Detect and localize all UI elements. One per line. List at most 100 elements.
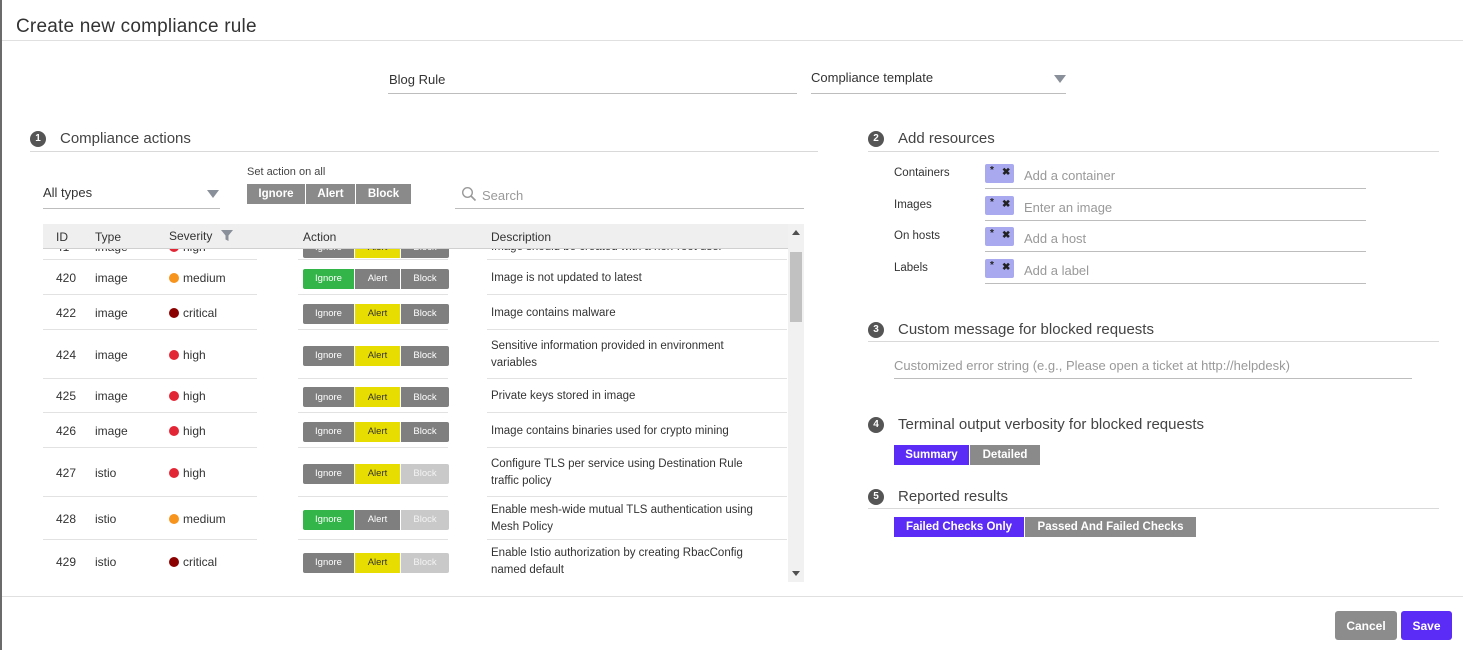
row-alert-button[interactable]: Alert [355, 387, 401, 407]
close-icon[interactable]: ✖ [1002, 199, 1010, 210]
severity-label: high [183, 347, 206, 362]
set-action-label: Set action on all [247, 166, 326, 178]
rule-name-input[interactable] [388, 66, 797, 94]
row-severity: high [169, 249, 206, 254]
resource-label: Images [894, 199, 932, 211]
row-description: Configure TLS per service using Destinat… [491, 457, 743, 487]
row-severity: high [169, 348, 206, 362]
row-block-button[interactable]: Block [401, 387, 449, 407]
section-divider [30, 151, 818, 152]
resource-input[interactable] [1024, 198, 1344, 216]
row-ignore-button[interactable]: Ignore [303, 268, 355, 289]
row-alert-button[interactable]: Alert [355, 421, 401, 442]
passed-and-failed-option[interactable]: Passed And Failed Checks [1025, 517, 1196, 537]
row-action-group: Ignore Alert Block [303, 268, 449, 289]
row-description: Enable mesh-wide mutual TLS authenticati… [491, 503, 753, 533]
row-ignore-button[interactable]: Ignore [303, 463, 355, 484]
severity-label: high [183, 249, 206, 254]
resource-chip[interactable]: * ✖ [985, 227, 1014, 246]
row-ignore-button[interactable]: Ignore [303, 509, 355, 530]
resource-input[interactable] [1024, 166, 1344, 184]
row-block-button: Block [401, 552, 449, 573]
resource-field: * ✖ [985, 195, 1366, 221]
resource-chip[interactable]: * ✖ [985, 259, 1014, 278]
row-alert-button[interactable]: Alert [355, 303, 401, 324]
resource-input[interactable] [1024, 229, 1344, 247]
close-icon[interactable]: ✖ [1002, 262, 1010, 273]
row-block-button[interactable]: Block [401, 303, 449, 324]
search-input[interactable] [482, 185, 782, 205]
row-block-button: Block [401, 463, 449, 484]
section-divider [868, 341, 1439, 342]
set-all-alert-button[interactable]: Alert [306, 184, 356, 204]
scroll-thumb[interactable] [790, 252, 802, 322]
failed-checks-only-option[interactable]: Failed Checks Only [894, 517, 1025, 537]
compliance-template-select[interactable]: Compliance template [811, 66, 1066, 94]
resource-input[interactable] [1024, 261, 1344, 279]
chevron-down-icon [207, 190, 219, 198]
severity-label: medium [183, 511, 226, 526]
resource-label: On hosts [894, 230, 941, 242]
table-scrollbar[interactable] [788, 224, 804, 582]
summary-option[interactable]: Summary [894, 445, 970, 465]
table-row: 422 image critical Ignore Alert Block Im… [43, 295, 788, 330]
scroll-down-icon[interactable] [792, 571, 800, 576]
row-id: 428 [56, 511, 77, 526]
row-description: Image should be created with a non-root … [491, 249, 761, 256]
row-alert-button[interactable]: Alert [355, 552, 401, 573]
row-ignore-button[interactable]: Ignore [303, 421, 355, 442]
severity-label: critical [183, 554, 218, 569]
row-block-button[interactable]: Block [401, 249, 449, 258]
scroll-up-icon[interactable] [792, 230, 800, 235]
cancel-button[interactable]: Cancel [1335, 611, 1397, 640]
row-action-group: Ignore Alert Block [303, 463, 449, 484]
severity-dot-icon [169, 425, 179, 436]
set-all-ignore-button[interactable]: Ignore [247, 184, 306, 204]
row-block-button: Block [401, 509, 449, 530]
row-ignore-button[interactable]: Ignore [303, 249, 355, 258]
dialog-title: Create new compliance rule [16, 16, 257, 37]
resource-chip[interactable]: * ✖ [985, 196, 1014, 215]
row-alert-button[interactable]: Alert [355, 509, 401, 530]
footer-divider [2, 596, 1463, 597]
wildcard-label: * [990, 228, 994, 239]
row-ignore-button[interactable]: Ignore [303, 552, 355, 573]
row-alert-button[interactable]: Alert [355, 268, 401, 289]
table-row: 427 istio high Ignore Alert Block Config… [43, 448, 788, 497]
table-row: 426 image high Ignore Alert Block Image … [43, 413, 788, 448]
row-block-button[interactable]: Block [401, 345, 449, 366]
set-all-block-button[interactable]: Block [356, 184, 411, 204]
table-row: 424 image high Ignore Alert Block Sensit… [43, 330, 788, 379]
row-description: Image contains binaries used for crypto … [491, 424, 729, 437]
severity-dot-icon [169, 513, 179, 524]
table-row: 420 image medium Ignore Alert Block Imag… [43, 260, 788, 295]
row-alert-button[interactable]: Alert [355, 249, 401, 258]
detailed-option[interactable]: Detailed [970, 445, 1040, 465]
row-block-button[interactable]: Block [401, 268, 449, 289]
row-block-button[interactable]: Block [401, 421, 449, 442]
row-alert-button[interactable]: Alert [355, 463, 401, 484]
close-icon[interactable]: ✖ [1002, 167, 1010, 178]
save-button[interactable]: Save [1401, 611, 1452, 640]
row-description: Enable Istio authorization by creating R… [491, 546, 743, 576]
resource-chip[interactable]: * ✖ [985, 164, 1014, 183]
compliance-table: ID Type Severity Action Description 41 i… [43, 224, 804, 582]
reported-results-header: 5 Reported results [868, 488, 1008, 505]
section-title: Add resources [898, 130, 995, 147]
col-severity[interactable]: Severity [169, 229, 234, 243]
compliance-template-value: Compliance template [811, 70, 934, 85]
type-filter-select[interactable]: All types [43, 181, 220, 209]
filter-icon[interactable] [220, 229, 234, 242]
row-alert-button[interactable]: Alert [355, 345, 401, 366]
row-type: image [95, 305, 128, 320]
custom-message-input[interactable] [894, 352, 1412, 379]
row-ignore-button[interactable]: Ignore [303, 345, 355, 366]
close-icon[interactable]: ✖ [1002, 230, 1010, 241]
row-ignore-button[interactable]: Ignore [303, 387, 355, 407]
severity-label: high [183, 465, 206, 480]
step-number: 4 [868, 416, 884, 433]
table-header: ID Type Severity Action Description [43, 224, 788, 249]
row-id: 429 [56, 554, 77, 569]
row-type: image [95, 347, 128, 362]
row-ignore-button[interactable]: Ignore [303, 303, 355, 324]
